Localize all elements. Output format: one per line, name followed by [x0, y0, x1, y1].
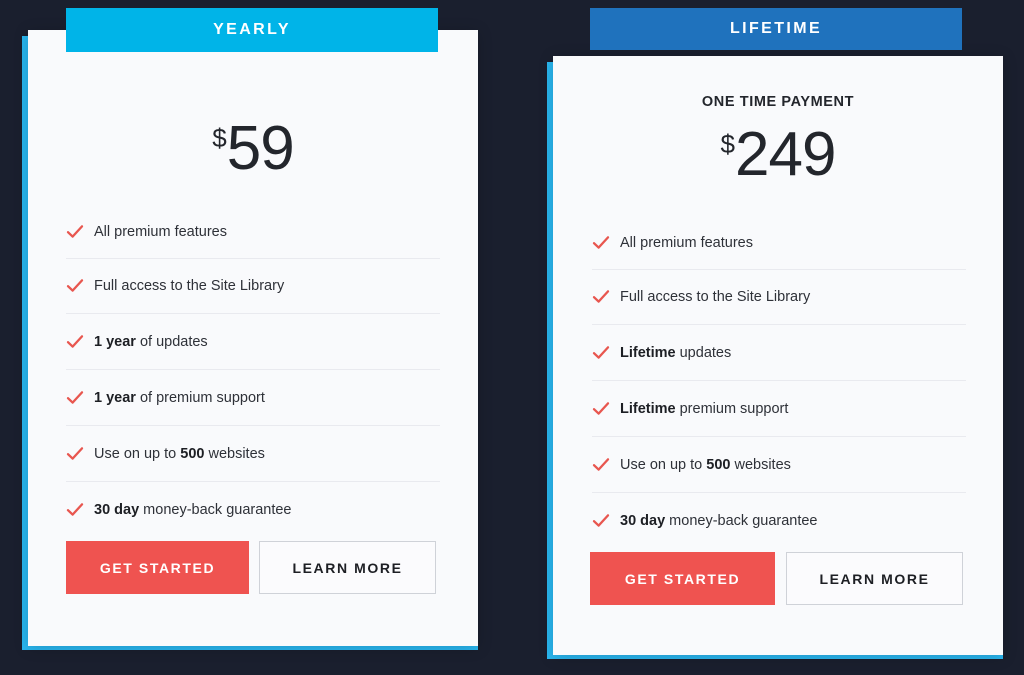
feature-label: 1 year of updates	[94, 333, 208, 350]
feature-item: Use on up to 500 websites	[66, 426, 440, 482]
feature-label: Full access to the Site Library	[620, 289, 811, 305]
learn-more-button[interactable]: LEARN MORE	[786, 552, 963, 605]
pricing-card-yearly: YEARLY $59 All premium features Full acc…	[0, 0, 500, 675]
feature-label: All premium features	[94, 223, 227, 240]
feature-item: Use on up to 500 websites	[592, 437, 966, 493]
currency-symbol: $	[720, 129, 735, 159]
check-icon	[592, 235, 610, 249]
action-buttons-yearly: GET STARTED LEARN MORE	[66, 541, 436, 594]
check-icon	[66, 390, 84, 404]
check-icon	[592, 401, 610, 415]
feature-item: Full access to the Site Library	[66, 259, 440, 314]
check-icon	[66, 279, 84, 292]
check-icon	[592, 514, 610, 527]
feature-label: 30 day money-back guarantee	[94, 502, 292, 518]
feature-list-lifetime: All premium features Full access to the …	[592, 216, 966, 549]
get-started-button[interactable]: GET STARTED	[66, 541, 249, 594]
feature-list-yearly: All premium features Full access to the …	[66, 205, 440, 538]
check-icon	[592, 345, 610, 359]
feature-label: All premium features	[620, 234, 753, 251]
feature-item: Lifetime updates	[592, 325, 966, 381]
check-icon	[592, 290, 610, 303]
feature-label: Lifetime updates	[620, 344, 732, 361]
feature-item: All premium features	[592, 216, 966, 270]
feature-label: 1 year of premium support	[94, 389, 265, 406]
learn-more-button[interactable]: LEARN MORE	[259, 541, 436, 594]
feature-item: 1 year of updates	[66, 314, 440, 370]
currency-symbol: $	[212, 123, 227, 153]
check-icon	[66, 334, 84, 348]
action-buttons-lifetime: GET STARTED LEARN MORE	[590, 552, 963, 605]
check-icon	[66, 503, 84, 516]
feature-item: Full access to the Site Library	[592, 270, 966, 325]
plan-badge-yearly: YEARLY	[66, 8, 438, 52]
get-started-button[interactable]: GET STARTED	[590, 552, 775, 605]
plan-badge-label: LIFETIME	[729, 20, 823, 37]
pricing-table: YEARLY $59 All premium features Full acc…	[0, 0, 1024, 675]
check-icon	[66, 446, 84, 460]
feature-item: 1 year of premium support	[66, 370, 440, 426]
plan-badge-lifetime: LIFETIME	[590, 8, 962, 50]
feature-label: Use on up to 500 websites	[620, 456, 791, 473]
price-amount: 59	[226, 114, 295, 183]
feature-label: 30 day money-back guarantee	[620, 513, 818, 529]
check-icon	[592, 457, 610, 471]
feature-item: Lifetime premium support	[592, 381, 966, 437]
pricing-card-lifetime: LIFETIME ONE TIME PAYMENT $249 All premi…	[524, 0, 1024, 675]
feature-item: 30 day money-back guarantee	[592, 493, 966, 549]
price-amount: 249	[735, 120, 836, 189]
plan-price-lifetime: $249	[553, 124, 1003, 186]
feature-item: All premium features	[66, 205, 440, 259]
feature-label: Use on up to 500 websites	[94, 445, 265, 462]
feature-item: 30 day money-back guarantee	[66, 482, 440, 538]
feature-label: Lifetime premium support	[620, 400, 789, 417]
check-icon	[66, 224, 84, 238]
feature-label: Full access to the Site Library	[94, 278, 285, 294]
one-time-payment-note: ONE TIME PAYMENT	[701, 94, 855, 110]
plan-badge-label: YEARLY	[213, 21, 291, 38]
plan-price-yearly: $59	[28, 118, 478, 180]
